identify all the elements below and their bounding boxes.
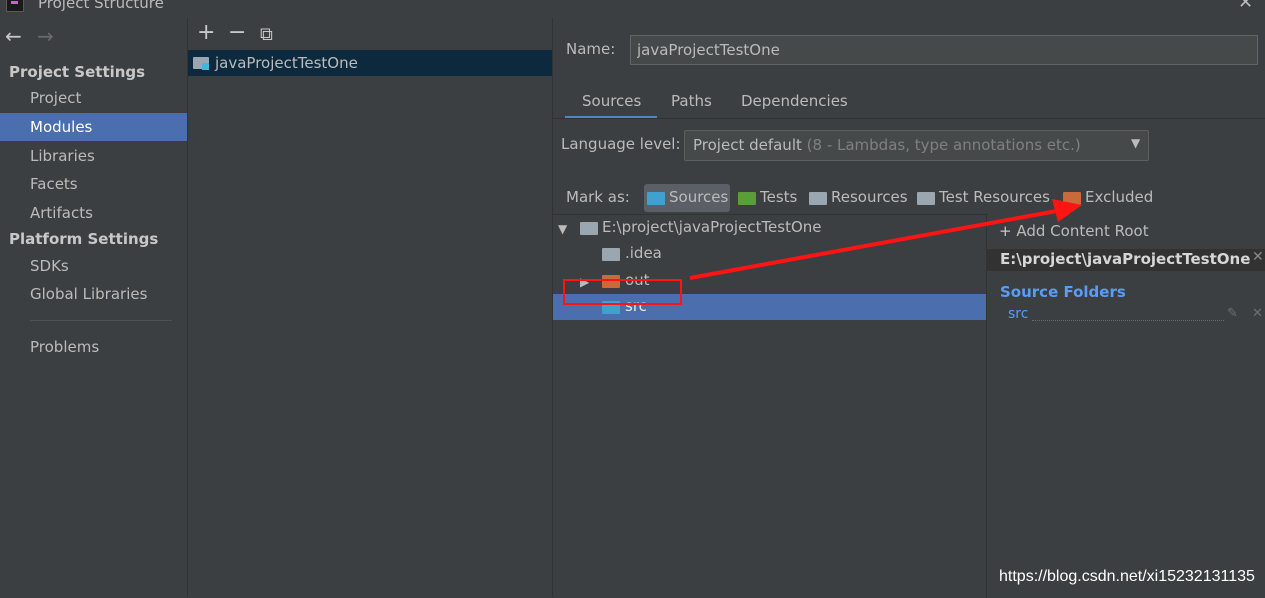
modules-pane: + − ⧉ javaProjectTestOne [188, 18, 553, 597]
dotted-leader [1032, 320, 1224, 321]
module-folder-icon [193, 57, 209, 70]
tree-label: E:\project\javaProjectTestOne [602, 218, 822, 236]
source-folder-entry[interactable]: src [1008, 306, 1028, 322]
mark-label: Test Resources [939, 188, 1050, 206]
copy-module-icon[interactable]: ⧉ [260, 24, 273, 46]
mark-as-label: Mark as: [566, 188, 630, 206]
edit-pencil-icon[interactable]: ✎ [1227, 306, 1238, 321]
content-roots-panel: + Add Content Root E:\project\javaProjec… [987, 214, 1265, 597]
excluded-folder-icon [1063, 192, 1081, 205]
sidebar-item-sdks[interactable]: SDKs [0, 252, 187, 280]
expand-arrow-icon[interactable]: ▼ [558, 222, 567, 236]
language-level-select[interactable]: Project default (8 - Lambdas, type annot… [684, 130, 1149, 161]
tab-label: Sources [582, 92, 642, 110]
language-level-value: Project default [693, 136, 802, 154]
tab-sources[interactable]: Sources [565, 92, 657, 118]
sidebar-item-artifacts[interactable]: Artifacts [0, 199, 187, 227]
intellij-app-icon [6, 0, 24, 12]
sidebar-item-label: SDKs [30, 257, 69, 275]
remove-module-icon[interactable]: − [228, 22, 246, 44]
sidebar-item-label: Facets [30, 175, 78, 193]
chevron-down-icon: ▼ [1131, 136, 1141, 150]
sidebar-item-label: Project [30, 89, 82, 107]
mark-label: Sources [669, 188, 729, 206]
test-resources-folder-icon [917, 192, 935, 205]
sidebar-item-project[interactable]: Project [0, 84, 187, 112]
forward-arrow-icon[interactable]: → [37, 26, 54, 46]
platform-settings-header: Platform Settings [9, 230, 159, 248]
annotation-highlight-box [563, 279, 682, 305]
content-root-tree: ▼ E:\project\javaProjectTestOne .idea ▶ … [553, 214, 987, 598]
module-list-item[interactable]: javaProjectTestOne [188, 50, 552, 76]
tree-row-idea[interactable]: .idea [553, 241, 986, 267]
mark-label: Excluded [1085, 188, 1154, 206]
add-content-root-button[interactable]: + Add Content Root [999, 222, 1149, 240]
content-root-path: E:\project\javaProjectTestOne [1000, 250, 1251, 268]
sidebar-item-label: Artifacts [30, 204, 93, 222]
source-folders-header: Source Folders [1000, 283, 1126, 301]
sources-folder-icon [647, 192, 665, 205]
sidebar-divider [30, 320, 172, 321]
content-root-header: E:\project\javaProjectTestOne ✕ [987, 249, 1265, 271]
language-level-label: Language level: [561, 135, 681, 153]
resources-folder-icon [809, 192, 827, 205]
project-settings-header: Project Settings [9, 63, 146, 81]
mark-label: Tests [760, 188, 798, 206]
name-label: Name: [566, 40, 616, 58]
plus-icon: + [999, 222, 1012, 240]
sidebar-item-facets[interactable]: Facets [0, 170, 187, 198]
remove-source-icon[interactable]: ✕ [1252, 306, 1263, 321]
sidebar-item-libraries[interactable]: Libraries [0, 142, 187, 170]
sidebar-item-problems[interactable]: Problems [0, 333, 187, 361]
settings-sidebar: ← → Project Settings Project Modules Lib… [0, 18, 188, 597]
add-module-icon[interactable]: + [197, 22, 215, 44]
tree-label: .idea [625, 244, 662, 262]
tab-paths[interactable]: Paths [671, 92, 712, 118]
remove-root-icon[interactable]: ✕ [1252, 249, 1264, 265]
sidebar-item-label: Modules [30, 118, 93, 136]
window-title: Project Structure [38, 0, 164, 12]
mark-label: Resources [831, 188, 908, 206]
close-icon[interactable]: ✕ [1238, 0, 1253, 13]
watermark-url: https://blog.csdn.net/xi15232131135 [999, 568, 1255, 585]
sidebar-item-label: Problems [30, 338, 100, 356]
language-level-hint: (8 - Lambdas, type annotations etc.) [806, 136, 1081, 154]
tabs-divider [553, 118, 1265, 119]
title-bar: Project Structure ✕ [0, 0, 1265, 18]
sidebar-item-label: Global Libraries [30, 285, 148, 303]
tests-folder-icon [738, 192, 756, 205]
module-label: javaProjectTestOne [215, 54, 358, 72]
folder-icon [580, 222, 598, 235]
tree-row-root[interactable]: ▼ E:\project\javaProjectTestOne [553, 215, 986, 241]
back-arrow-icon[interactable]: ← [5, 26, 22, 46]
sidebar-item-modules[interactable]: Modules [0, 113, 187, 141]
sidebar-item-label: Libraries [30, 147, 95, 165]
sidebar-item-global-libraries[interactable]: Global Libraries [0, 280, 187, 308]
tab-dependencies[interactable]: Dependencies [741, 92, 848, 118]
folder-icon [602, 248, 620, 261]
module-detail-pane: Name: Sources Paths Dependencies Languag… [553, 18, 1265, 598]
add-content-root-label: Add Content Root [1016, 222, 1149, 240]
module-name-field[interactable] [630, 35, 1258, 65]
